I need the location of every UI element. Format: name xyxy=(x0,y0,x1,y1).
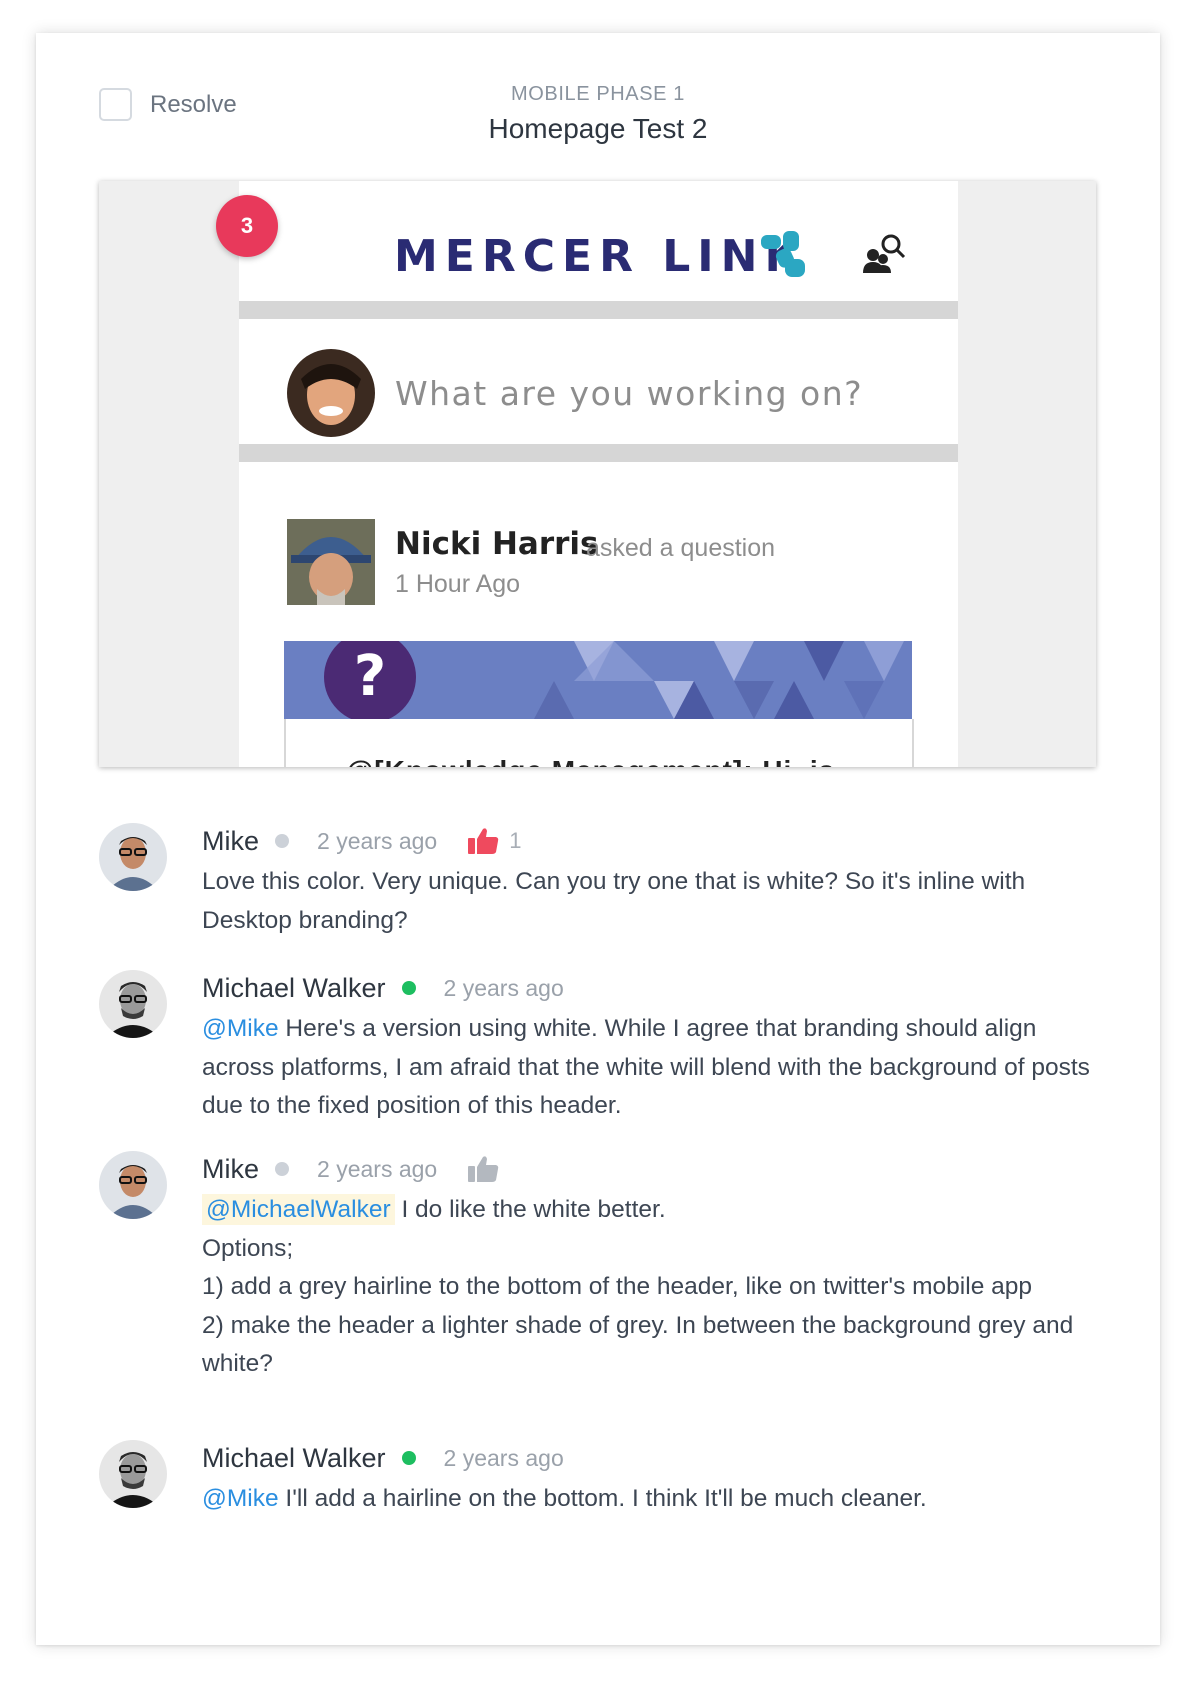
thumbs-up-icon xyxy=(468,1156,499,1182)
comment-author[interactable]: Mike xyxy=(202,1154,259,1185)
compose-row[interactable]: What are you working on? xyxy=(239,319,958,464)
comment-line: 1) add a grey hairline to the bottom of … xyxy=(202,1273,1032,1300)
comment-time: 2 years ago xyxy=(443,1444,564,1471)
avatar[interactable] xyxy=(99,1440,167,1508)
comment-meta: Michael Walker 2 years ago xyxy=(202,970,1102,1006)
header-divider xyxy=(239,301,958,319)
app-header: MERCER LINK xyxy=(239,181,958,301)
comment-meta: Mike 2 years ago 1 xyxy=(202,823,1102,859)
avatar[interactable] xyxy=(99,1151,167,1219)
mention-link[interactable]: @Mike xyxy=(202,1015,279,1042)
comment-body: Michael Walker 2 years ago @Mike Here's … xyxy=(202,970,1102,1126)
comment-text: Love this color. Very unique. Can you tr… xyxy=(202,868,1026,934)
status-dot xyxy=(401,1451,416,1465)
comment-meta: Michael Walker 2 years ago xyxy=(202,1440,1102,1476)
page-title: Homepage Test 2 xyxy=(488,113,708,144)
post-time: 1 Hour Ago xyxy=(395,570,521,598)
avatar[interactable] xyxy=(99,823,167,891)
comment-text-content: I'll add a hairline on the bottom. I thi… xyxy=(285,1485,927,1512)
status-dot xyxy=(401,981,416,995)
current-user-avatar xyxy=(287,349,375,437)
thumbs-up-icon xyxy=(468,828,499,854)
comment-text-content: I do like the white better. xyxy=(401,1196,666,1223)
comment-text: @MichaelWalker I do like the white bette… xyxy=(202,1191,1102,1384)
people-search-icon[interactable] xyxy=(861,231,907,277)
question-banner: ? xyxy=(284,641,912,719)
compose-placeholder: What are you working on? xyxy=(395,374,864,413)
comment-time: 2 years ago xyxy=(317,827,438,854)
mention-link[interactable]: @MichaelWalker xyxy=(202,1194,395,1225)
post-author-name[interactable]: Nicki Harris xyxy=(395,526,599,562)
question-snippet: @[Knowledge Management]: Hi, is xyxy=(346,755,835,767)
status-dot xyxy=(275,1162,290,1176)
comment-text: @Mike Here's a version using white. Whil… xyxy=(202,1010,1102,1126)
comment-meta: Mike 2 years ago xyxy=(202,1151,1102,1187)
post-action-text: asked a question xyxy=(586,534,776,562)
like-button[interactable]: 1 xyxy=(467,827,521,855)
status-dot xyxy=(275,834,290,848)
comment-body: Mike 2 years ago @MichaelWalker I do lik… xyxy=(202,1151,1102,1384)
comment-time: 2 years ago xyxy=(317,1155,438,1182)
post-author-avatar xyxy=(287,519,375,605)
question-card[interactable]: @[Knowledge Management]: Hi, is xyxy=(284,719,914,767)
mobile-screen: MERCER LINK What are you working on? Nic… xyxy=(239,181,958,767)
brand-mark-icon xyxy=(761,231,805,277)
comment-author[interactable]: Mike xyxy=(202,826,259,857)
mention-link[interactable]: @Mike xyxy=(202,1485,279,1512)
comment-text-content: Here's a version using white. While I ag… xyxy=(202,1015,1090,1119)
like-button[interactable] xyxy=(467,1155,499,1183)
avatar[interactable] xyxy=(99,970,167,1038)
svg-text:?: ? xyxy=(354,644,386,709)
comment-body: Michael Walker 2 years ago @Mike I'll ad… xyxy=(202,1440,1102,1519)
phase-label: MOBILE PHASE 1 xyxy=(510,83,685,105)
comment-text: @Mike I'll add a hairline on the bottom.… xyxy=(202,1480,1102,1519)
annotation-pin[interactable]: 3 xyxy=(216,195,278,257)
compose-divider xyxy=(239,444,958,462)
app-brand-logo: MERCER LINK xyxy=(394,231,806,282)
comment-thread-card: Resolve MOBILE PHASE 1 Homepage Test 2 M… xyxy=(36,33,1160,1645)
comment-time: 2 years ago xyxy=(443,974,564,1001)
like-count: 1 xyxy=(509,828,522,853)
comment-line: 2) make the header a lighter shade of gr… xyxy=(202,1311,1074,1378)
comment-author[interactable]: Michael Walker xyxy=(202,973,386,1004)
question-mark-icon: ? xyxy=(324,641,416,719)
comment-author[interactable]: Michael Walker xyxy=(202,1443,386,1474)
screenshot-preview[interactable]: MERCER LINK What are you working on? Nic… xyxy=(99,181,1096,767)
comment-body: Mike 2 years ago 1 Love this color. Very… xyxy=(202,823,1102,940)
comment-line: Options; xyxy=(202,1234,294,1262)
